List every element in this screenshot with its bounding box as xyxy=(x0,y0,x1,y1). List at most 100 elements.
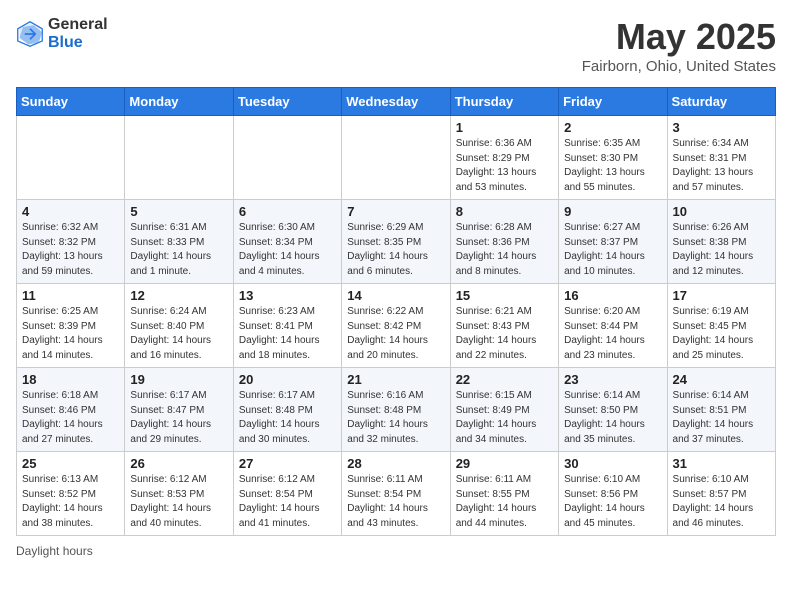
calendar-cell xyxy=(125,116,233,200)
day-number: 21 xyxy=(347,372,444,387)
calendar-cell: 17 Sunrise: 6:19 AM Sunset: 8:45 PM Dayli… xyxy=(667,284,775,368)
calendar-cell: 7 Sunrise: 6:29 AM Sunset: 8:35 PM Daylig… xyxy=(342,200,450,284)
day-number: 26 xyxy=(130,456,227,471)
day-info: Sunrise: 6:34 AM Sunset: 8:31 PM Dayligh… xyxy=(673,137,770,195)
day-number: 20 xyxy=(239,372,336,387)
day-number: 14 xyxy=(347,288,444,303)
day-info: Sunrise: 6:11 AM Sunset: 8:54 PM Dayligh… xyxy=(347,473,444,531)
calendar-cell: 13Sunrise: 6:23 AM Sunset: 8:41 PM Dayli… xyxy=(233,284,341,368)
calendar-cell: 6 Sunrise: 6:30 AM Sunset: 8:34 PM Daylig… xyxy=(233,200,341,284)
calendar-table: SundayMondayTuesdayWednesdayThursdayFrid… xyxy=(16,87,776,536)
calendar-cell xyxy=(17,116,125,200)
calendar-col-monday: Monday xyxy=(125,88,233,116)
day-info: Sunrise: 6:10 AM Sunset: 8:57 PM Dayligh… xyxy=(673,473,770,531)
day-number: 4 xyxy=(22,204,119,219)
day-number: 7 xyxy=(347,204,444,219)
day-info: Sunrise: 6:20 AM Sunset: 8:44 PM Dayligh… xyxy=(564,305,661,363)
logo-text: General Blue xyxy=(48,16,108,51)
logo-general: General xyxy=(48,16,108,34)
calendar-cell: 5Sunrise: 6:31 AM Sunset: 8:33 PM Daylig… xyxy=(125,200,233,284)
day-info: Sunrise: 6:36 AM Sunset: 8:29 PM Dayligh… xyxy=(456,137,553,195)
calendar-col-wednesday: Wednesday xyxy=(342,88,450,116)
day-number: 28 xyxy=(347,456,444,471)
calendar-cell: 19 Sunrise: 6:17 AM Sunset: 8:47 PM Dayli… xyxy=(125,368,233,452)
page-title: May 2025 xyxy=(582,16,776,58)
calendar-cell: 30 Sunrise: 6:10 AM Sunset: 8:56 PM Dayli… xyxy=(559,452,667,536)
calendar-cell: 21 Sunrise: 6:16 AM Sunset: 8:48 PM Dayli… xyxy=(342,368,450,452)
day-number: 6 xyxy=(239,204,336,219)
day-info: Sunrise: 6:17 AM Sunset: 8:48 PM Dayligh… xyxy=(239,389,336,447)
day-info: Sunrise: 6:13 AM Sunset: 8:52 PM Dayligh… xyxy=(22,473,119,531)
calendar-cell: 22Sunrise: 6:15 AM Sunset: 8:49 PM Dayli… xyxy=(450,368,558,452)
day-info: Sunrise: 6:19 AM Sunset: 8:45 PM Dayligh… xyxy=(673,305,770,363)
page-subtitle: Fairborn, Ohio, United States xyxy=(582,58,776,75)
day-info: Sunrise: 6:35 AM Sunset: 8:30 PM Dayligh… xyxy=(564,137,661,195)
day-info: Sunrise: 6:21 AM Sunset: 8:43 PM Dayligh… xyxy=(456,305,553,363)
calendar-cell: 23Sunrise: 6:14 AM Sunset: 8:50 PM Dayli… xyxy=(559,368,667,452)
day-info: Sunrise: 6:25 AM Sunset: 8:39 PM Dayligh… xyxy=(22,305,119,363)
calendar-cell: 16 Sunrise: 6:20 AM Sunset: 8:44 PM Dayli… xyxy=(559,284,667,368)
day-number: 27 xyxy=(239,456,336,471)
calendar-cell: 3 Sunrise: 6:34 AM Sunset: 8:31 PM Daylig… xyxy=(667,116,775,200)
calendar-col-thursday: Thursday xyxy=(450,88,558,116)
day-info: Sunrise: 6:17 AM Sunset: 8:47 PM Dayligh… xyxy=(130,389,227,447)
day-number: 19 xyxy=(130,372,227,387)
day-number: 2 xyxy=(564,120,661,135)
day-number: 30 xyxy=(564,456,661,471)
calendar-cell: 31 Sunrise: 6:10 AM Sunset: 8:57 PM Dayli… xyxy=(667,452,775,536)
day-info: Sunrise: 6:10 AM Sunset: 8:56 PM Dayligh… xyxy=(564,473,661,531)
calendar-cell: 8Sunrise: 6:28 AM Sunset: 8:36 PM Daylig… xyxy=(450,200,558,284)
calendar-cell: 15 Sunrise: 6:21 AM Sunset: 8:43 PM Dayli… xyxy=(450,284,558,368)
logo: General Blue xyxy=(16,16,108,51)
day-info: Sunrise: 6:16 AM Sunset: 8:48 PM Dayligh… xyxy=(347,389,444,447)
day-info: Sunrise: 6:14 AM Sunset: 8:51 PM Dayligh… xyxy=(673,389,770,447)
day-number: 3 xyxy=(673,120,770,135)
day-number: 17 xyxy=(673,288,770,303)
day-info: Sunrise: 6:22 AM Sunset: 8:42 PM Dayligh… xyxy=(347,305,444,363)
calendar-header-row: SundayMondayTuesdayWednesdayThursdayFrid… xyxy=(17,88,776,116)
calendar-col-saturday: Saturday xyxy=(667,88,775,116)
day-number: 13 xyxy=(239,288,336,303)
day-number: 15 xyxy=(456,288,553,303)
day-number: 11 xyxy=(22,288,119,303)
calendar-week-2: 4 Sunrise: 6:32 AM Sunset: 8:32 PM Daylig… xyxy=(17,200,776,284)
calendar-cell: 10Sunrise: 6:26 AM Sunset: 8:38 PM Dayli… xyxy=(667,200,775,284)
day-number: 12 xyxy=(130,288,227,303)
day-info: Sunrise: 6:26 AM Sunset: 8:38 PM Dayligh… xyxy=(673,221,770,279)
logo-blue: Blue xyxy=(48,34,108,52)
calendar-cell: 9 Sunrise: 6:27 AM Sunset: 8:37 PM Daylig… xyxy=(559,200,667,284)
day-number: 25 xyxy=(22,456,119,471)
day-number: 23 xyxy=(564,372,661,387)
day-info: Sunrise: 6:27 AM Sunset: 8:37 PM Dayligh… xyxy=(564,221,661,279)
calendar-cell: 26 Sunrise: 6:12 AM Sunset: 8:53 PM Dayli… xyxy=(125,452,233,536)
day-number: 16 xyxy=(564,288,661,303)
calendar-cell: 12Sunrise: 6:24 AM Sunset: 8:40 PM Dayli… xyxy=(125,284,233,368)
day-info: Sunrise: 6:32 AM Sunset: 8:32 PM Dayligh… xyxy=(22,221,119,279)
calendar-col-sunday: Sunday xyxy=(17,88,125,116)
day-number: 18 xyxy=(22,372,119,387)
day-number: 8 xyxy=(456,204,553,219)
day-number: 31 xyxy=(673,456,770,471)
calendar-cell: 4 Sunrise: 6:32 AM Sunset: 8:32 PM Daylig… xyxy=(17,200,125,284)
day-info: Sunrise: 6:29 AM Sunset: 8:35 PM Dayligh… xyxy=(347,221,444,279)
calendar-cell: 14 Sunrise: 6:22 AM Sunset: 8:42 PM Dayli… xyxy=(342,284,450,368)
day-info: Sunrise: 6:31 AM Sunset: 8:33 PM Dayligh… xyxy=(130,221,227,279)
calendar-col-friday: Friday xyxy=(559,88,667,116)
day-info: Sunrise: 6:11 AM Sunset: 8:55 PM Dayligh… xyxy=(456,473,553,531)
calendar-cell xyxy=(233,116,341,200)
day-number: 24 xyxy=(673,372,770,387)
calendar-week-5: 25 Sunrise: 6:13 AM Sunset: 8:52 PM Dayli… xyxy=(17,452,776,536)
calendar-week-4: 18Sunrise: 6:18 AM Sunset: 8:46 PM Dayli… xyxy=(17,368,776,452)
day-info: Sunrise: 6:30 AM Sunset: 8:34 PM Dayligh… xyxy=(239,221,336,279)
calendar-cell: 11 Sunrise: 6:25 AM Sunset: 8:39 PM Dayli… xyxy=(17,284,125,368)
day-number: 1 xyxy=(456,120,553,135)
calendar-cell: 1 Sunrise: 6:36 AM Sunset: 8:29 PM Daylig… xyxy=(450,116,558,200)
day-number: 9 xyxy=(564,204,661,219)
day-info: Sunrise: 6:12 AM Sunset: 8:54 PM Dayligh… xyxy=(239,473,336,531)
day-number: 29 xyxy=(456,456,553,471)
calendar-cell: 27 Sunrise: 6:12 AM Sunset: 8:54 PM Dayli… xyxy=(233,452,341,536)
calendar-cell: 24 Sunrise: 6:14 AM Sunset: 8:51 PM Dayli… xyxy=(667,368,775,452)
calendar-footer: Daylight hours xyxy=(16,544,776,558)
day-info: Sunrise: 6:12 AM Sunset: 8:53 PM Dayligh… xyxy=(130,473,227,531)
calendar-cell: 18Sunrise: 6:18 AM Sunset: 8:46 PM Dayli… xyxy=(17,368,125,452)
